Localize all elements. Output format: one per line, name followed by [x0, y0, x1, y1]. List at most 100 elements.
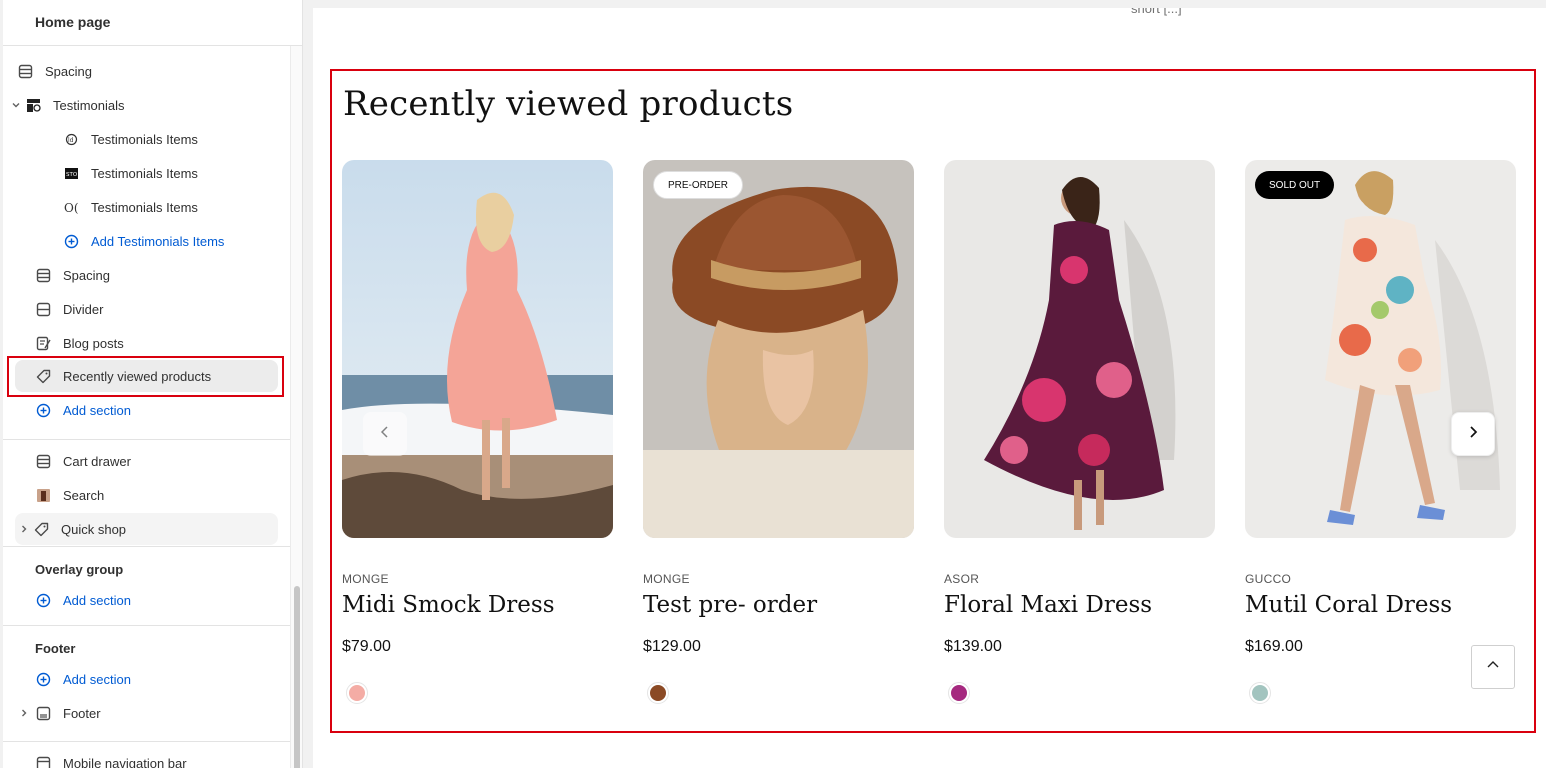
product-card[interactable]: ASOR Floral Maxi Dress $139.00: [944, 160, 1215, 704]
sidebar: Home page Spacing Testimonials ld Testim…: [3, 0, 303, 768]
preorder-badge: PRE-ORDER: [653, 171, 744, 199]
sidebar-item-divider[interactable]: Divider: [35, 293, 302, 325]
theme-editor: Home page Spacing Testimonials ld Testim…: [0, 0, 1546, 768]
section-title: Recently viewed products: [343, 84, 794, 124]
sidebar-item-cart-drawer[interactable]: Cart drawer: [35, 445, 302, 477]
sidebar-item-label: Spacing: [63, 267, 110, 283]
color-swatch[interactable]: [647, 682, 669, 704]
product-title[interactable]: Test pre- order: [643, 592, 817, 618]
chevron-down-icon[interactable]: [7, 100, 25, 110]
product-vendor: MONGE: [643, 572, 690, 586]
image-thumb-icon: [35, 487, 51, 503]
spacing-icon: [17, 63, 33, 79]
scrollbar-thumb[interactable]: [294, 586, 300, 768]
sidebar-item-spacing[interactable]: Spacing: [35, 259, 302, 291]
chevron-right-icon[interactable]: [15, 708, 33, 718]
divider: [3, 625, 290, 626]
chevron-right-icon: [1466, 425, 1480, 444]
product-card[interactable]: MONGE Midi Smock Dress $79.00: [342, 160, 613, 704]
sidebar-item-footer[interactable]: Footer: [15, 697, 285, 729]
add-section-button[interactable]: Add section: [35, 663, 302, 695]
sidebar-item-testimonials-item[interactable]: STO Testimonials Items: [63, 157, 302, 189]
product-price: $169.00: [1245, 638, 1303, 655]
footer-group-label: Footer: [35, 641, 76, 656]
color-swatch[interactable]: [1249, 682, 1271, 704]
sidebar-item-testimonials-item[interactable]: ld Testimonials Items: [63, 123, 302, 155]
product-image[interactable]: [944, 160, 1215, 538]
chevron-left-icon: [378, 425, 392, 444]
add-circle-icon: [63, 233, 79, 249]
product-title[interactable]: Floral Maxi Dress: [944, 592, 1152, 618]
product-price: $129.00: [643, 638, 701, 655]
svg-text:O(: O(: [64, 201, 79, 215]
add-section-button[interactable]: Add section: [35, 584, 302, 616]
section-icon: [35, 755, 51, 768]
color-swatch[interactable]: [948, 682, 970, 704]
sidebar-item-label: Testimonials Items: [91, 165, 198, 181]
tag-icon: [33, 521, 49, 537]
sold-out-badge: SOLD OUT: [1255, 171, 1335, 199]
divider: [3, 741, 290, 742]
add-circle-icon: [35, 592, 51, 608]
sidebar-item-label: Cart drawer: [63, 453, 131, 469]
divider-icon: [35, 301, 51, 317]
product-vendor: ASOR: [944, 572, 980, 586]
sidebar-item-label: Quick shop: [61, 521, 127, 537]
add-circle-icon: [35, 671, 51, 687]
sidebar-item-label: Divider: [63, 301, 104, 317]
sidebar-item-blog-posts[interactable]: Blog posts: [35, 327, 302, 359]
product-vendor: GUCCO: [1245, 572, 1292, 586]
product-price: $139.00: [944, 638, 1002, 655]
product-price: $79.00: [342, 638, 391, 655]
sidebar-scrollbar[interactable]: [290, 46, 302, 768]
sidebar-item-label: Blog posts: [63, 335, 124, 351]
sidebar-item-mobile-navigation-bar[interactable]: Mobile navigation bar: [35, 747, 302, 768]
sidebar-item-label: Add section: [63, 592, 131, 608]
color-swatch[interactable]: [346, 682, 368, 704]
back-to-top-button[interactable]: [1471, 645, 1515, 689]
sidebar-item-label: Footer: [63, 705, 101, 721]
sidebar-item-testimonials[interactable]: Testimonials: [7, 89, 277, 121]
blog-icon: [35, 335, 51, 351]
product-title[interactable]: Mutil Coral Dress: [1245, 592, 1452, 618]
sidebar-item-testimonials-item[interactable]: O( Testimonials Items: [63, 191, 302, 223]
sidebar-item-label: Mobile navigation bar: [63, 755, 187, 768]
sidebar-item-label: Add Testimonials Items: [91, 233, 225, 249]
sidebar-item-search[interactable]: Search: [35, 479, 302, 511]
svg-text:STO: STO: [66, 172, 78, 178]
sidebar-item-label: Testimonials Items: [91, 131, 198, 147]
sidebar-item-quick-shop[interactable]: Quick shop: [15, 513, 278, 545]
previous-section-text: short [...]: [1131, 8, 1182, 16]
sidebar-item-label: Search: [63, 487, 105, 503]
sidebar-item-label: Testimonials: [53, 97, 125, 113]
testimonial-item-icon: ld: [63, 131, 79, 147]
sidebar-item-label: Add section: [63, 402, 131, 418]
add-circle-icon: [35, 402, 51, 418]
product-card[interactable]: SOLD OUT GUCCO Mutil Coral Dress $169.00: [1245, 160, 1516, 704]
spacing-icon: [35, 267, 51, 283]
sidebar-item-spacing[interactable]: Spacing: [17, 55, 287, 87]
add-testimonials-item-button[interactable]: Add Testimonials Items: [63, 225, 302, 257]
divider: [3, 439, 290, 440]
sidebar-item-label: Spacing: [45, 63, 92, 79]
section-icon: [35, 453, 51, 469]
chevron-right-icon[interactable]: [15, 524, 33, 534]
product-image[interactable]: PRE-ORDER: [643, 160, 914, 538]
product-image[interactable]: [342, 160, 613, 538]
divider: [3, 546, 290, 547]
chevron-up-icon: [1486, 658, 1500, 677]
testimonial-item-icon: STO: [63, 165, 79, 181]
add-section-button[interactable]: Add section: [35, 394, 302, 426]
carousel-prev-button[interactable]: [363, 412, 407, 456]
sidebar-item-label: Add section: [63, 671, 131, 687]
product-image[interactable]: SOLD OUT: [1245, 160, 1516, 538]
product-title[interactable]: Midi Smock Dress: [342, 592, 555, 618]
product-vendor: MONGE: [342, 572, 389, 586]
testimonial-item-icon: O(: [63, 199, 79, 215]
product-card[interactable]: PRE-ORDER MONGE Test pre- order $129.00: [643, 160, 914, 704]
store-preview: short [...] Recently viewed products MON…: [313, 8, 1546, 768]
carousel-next-button[interactable]: [1451, 412, 1495, 456]
svg-text:ld: ld: [68, 137, 74, 144]
sidebar-header: Home page: [3, 0, 302, 46]
overlay-group-label: Overlay group: [35, 562, 124, 577]
